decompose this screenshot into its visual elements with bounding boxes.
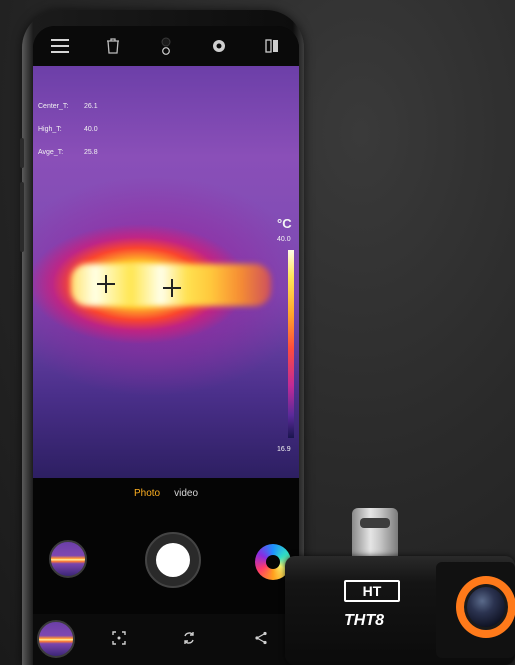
readout-label: Center_T: (38, 103, 69, 110)
mode-video-tab[interactable]: video (174, 488, 198, 499)
readout-center: Center_T: 26.1 (38, 95, 98, 118)
shutter-inner (156, 543, 190, 577)
mode-photo-tab[interactable]: Photo (134, 488, 160, 499)
share-icon[interactable] (251, 628, 271, 648)
color-scale-bar (288, 250, 294, 438)
shutter-button[interactable] (145, 532, 201, 588)
camera-lens (464, 584, 508, 630)
readout-label: Avge_T: (38, 149, 64, 156)
top-toolbar (33, 26, 299, 66)
bottom-toolbar (33, 614, 299, 665)
crosshair-high (97, 275, 115, 293)
menu-icon[interactable] (47, 33, 73, 59)
readout-value: 26.1 (84, 103, 98, 110)
volume-button (20, 138, 24, 168)
trash-icon[interactable] (100, 33, 126, 59)
scale-unit: °C (277, 216, 292, 231)
scale-max: 40.0 (277, 236, 291, 243)
readout-label: High_T: (38, 126, 62, 133)
capture-controls (33, 524, 299, 614)
scale-min: 16.9 (277, 446, 291, 453)
camera-lens-indicator (153, 33, 179, 59)
recent-capture-thumbnail[interactable] (37, 620, 75, 658)
power-button (20, 182, 24, 252)
capture-mode-switch: Photo video (33, 488, 299, 499)
model-label: THT8 (344, 612, 384, 629)
focus-frame-icon[interactable] (109, 628, 129, 648)
gear-icon[interactable] (206, 33, 232, 59)
readout-value: 40.0 (84, 126, 98, 133)
mirror-icon[interactable] (259, 33, 285, 59)
thermal-image[interactable]: Center_T: 26.1 High_T: 40.0 Avge_T: 25.8… (33, 66, 299, 478)
rotate-icon[interactable] (179, 628, 199, 648)
crosshair-center (163, 279, 181, 297)
usb-c-connector (352, 508, 398, 558)
app-screen: Center_T: 26.1 High_T: 40.0 Avge_T: 25.8… (33, 26, 299, 665)
gallery-thumbnail[interactable] (49, 540, 87, 578)
lens-ring (456, 576, 515, 638)
readout-value: 25.8 (84, 149, 98, 156)
readout-average: Avge_T: 25.8 (38, 141, 98, 164)
readout-high: High_T: 40.0 (38, 118, 98, 141)
temperature-readouts: Center_T: 26.1 High_T: 40.0 Avge_T: 25.8 (38, 95, 98, 164)
brand-logo: HT (344, 580, 400, 602)
